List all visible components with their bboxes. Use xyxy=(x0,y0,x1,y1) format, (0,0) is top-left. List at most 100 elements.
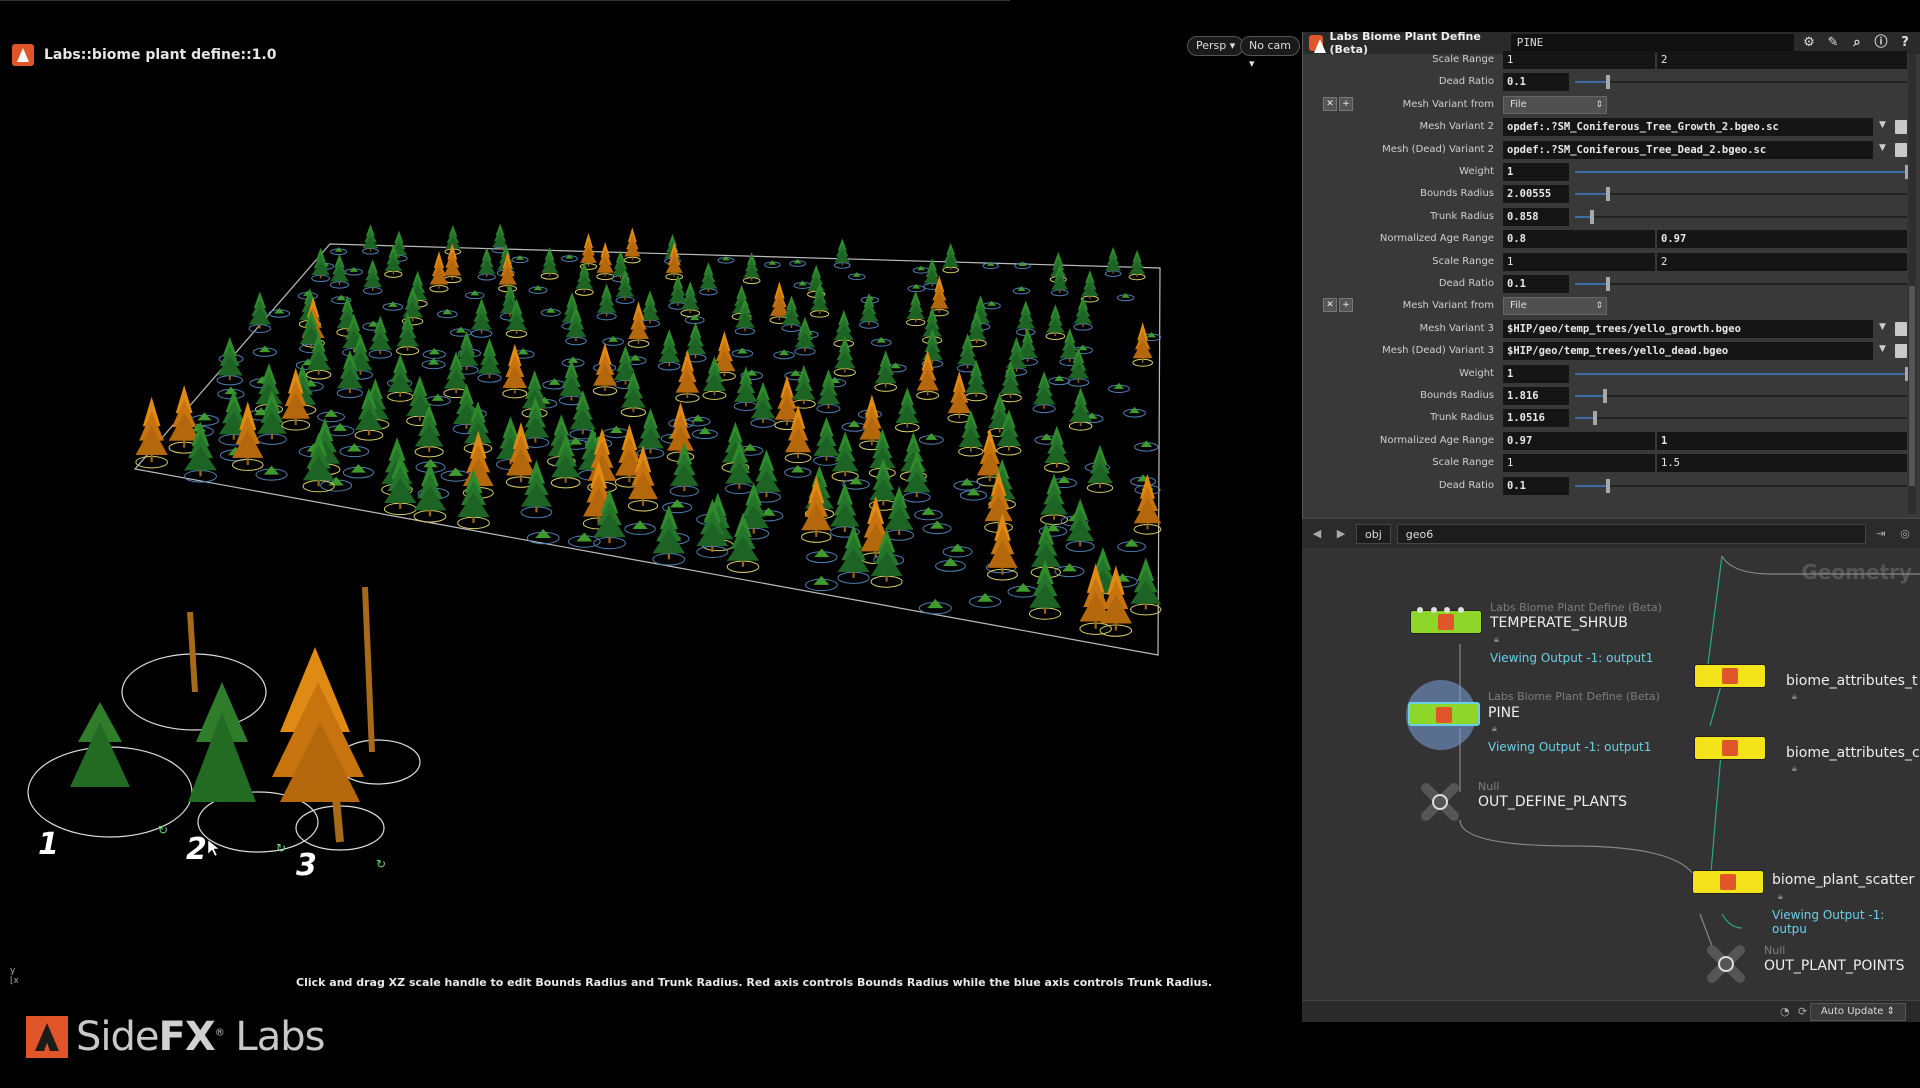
value-field-1[interactable]: 0.8 xyxy=(1503,230,1655,249)
file-chooser-icon[interactable] xyxy=(1895,344,1907,359)
shrub-instance xyxy=(197,412,212,421)
slider-knob[interactable] xyxy=(1606,478,1610,493)
breadcrumb-geo[interactable]: geo6 xyxy=(1396,523,1866,544)
value-field[interactable]: 1 xyxy=(1503,163,1569,181)
slider-knob[interactable] xyxy=(1593,411,1597,426)
auto-update-label: Auto Update xyxy=(1820,1006,1884,1017)
insert-icon[interactable]: + xyxy=(1339,298,1353,313)
param-label: Dead Ratio xyxy=(1438,479,1494,491)
value-field-2[interactable]: 1.5 xyxy=(1657,454,1907,473)
null-node-icon[interactable] xyxy=(1706,944,1746,984)
breadcrumb-obj[interactable]: obj xyxy=(1356,523,1391,544)
shrub-instance xyxy=(813,575,830,585)
shrub-instance xyxy=(629,354,641,361)
param-row: Scale Range 1 2 xyxy=(1303,50,1920,70)
value-slider[interactable] xyxy=(1575,366,1909,381)
back-arrow-icon[interactable]: ◀ xyxy=(1308,527,1326,540)
mesh-variant-from-select[interactable]: File xyxy=(1503,95,1607,114)
svg-text:↻: ↻ xyxy=(276,841,286,855)
null-node-icon[interactable] xyxy=(1420,782,1460,822)
scene-viewport[interactable]: Labs::biome plant define::1.0 Persp ▾ No… xyxy=(0,32,1300,1000)
shrub-instance xyxy=(428,348,440,355)
network-editor[interactable]: Geometry Labs Biome Plant Define (Beta) … xyxy=(1302,548,1920,1000)
shrub-instance xyxy=(347,443,362,452)
value-slider[interactable] xyxy=(1575,75,1907,90)
dropdown-arrow-icon[interactable]: ▼ xyxy=(1879,322,1886,332)
remove-icon[interactable]: ✕ xyxy=(1323,96,1337,111)
value-field[interactable]: 0.1 xyxy=(1503,73,1569,92)
file-chooser-icon[interactable] xyxy=(1895,142,1907,157)
param-label: Mesh Variant 3 xyxy=(1419,322,1494,334)
value-field[interactable]: 1.816 xyxy=(1503,387,1569,405)
value-field-2[interactable]: 2 xyxy=(1657,51,1907,69)
value-field-1[interactable]: 1 xyxy=(1503,252,1655,271)
value-slider[interactable] xyxy=(1575,411,1907,426)
slider-knob[interactable] xyxy=(1603,389,1607,403)
value-field[interactable]: 1 xyxy=(1503,364,1569,383)
value-field-1[interactable]: 1 xyxy=(1503,51,1655,69)
parameter-panel: Labs Biome Plant Define (Beta) PINE ⚙ ✎ … xyxy=(1302,30,1920,518)
link-icon[interactable]: ◎ xyxy=(1896,527,1914,540)
value-slider[interactable] xyxy=(1575,478,1907,493)
param-row: Scale Range 1 1.5 xyxy=(1303,453,1920,473)
forward-arrow-icon[interactable]: ▶ xyxy=(1332,527,1350,540)
auto-update-menu[interactable]: Auto Update ⇕ xyxy=(1809,1003,1906,1021)
value-field-2[interactable]: 1 xyxy=(1657,431,1907,450)
value-field[interactable]: 0.1 xyxy=(1503,275,1569,293)
slider-fill xyxy=(1575,417,1595,420)
top-divider xyxy=(0,0,1010,1)
brand-wordmark: SideFX® Labs xyxy=(76,1014,325,1060)
sidefx-labs-brand: SideFX® Labs xyxy=(26,1014,325,1060)
file-path-field[interactable]: $HIP/geo/temp_trees/yello_growth.bgeo xyxy=(1503,319,1873,338)
shrub-instance xyxy=(224,386,238,395)
file-path-field[interactable]: $HIP/geo/temp_trees/yello_dead.bgeo xyxy=(1503,342,1873,361)
param-label: Mesh (Dead) Variant 3 xyxy=(1382,345,1494,357)
node-biome-attributes-c[interactable] xyxy=(1694,736,1766,760)
slider-knob[interactable] xyxy=(1590,209,1594,224)
node-temperate-shrub[interactable] xyxy=(1410,607,1482,634)
viewing-output-shrub: Viewing Output -1: output1 xyxy=(1490,651,1654,665)
value-slider[interactable] xyxy=(1575,165,1909,179)
value-field[interactable]: 2.00555 xyxy=(1503,185,1569,204)
pin-icon[interactable]: ⇥ xyxy=(1872,527,1890,540)
comment-icon[interactable]: ◔ xyxy=(1780,1005,1794,1018)
remove-icon[interactable]: ✕ xyxy=(1323,298,1337,313)
file-path-field[interactable]: opdef:.?SM_Coniferous_Tree_Growth_2.bgeo… xyxy=(1503,118,1873,137)
dropdown-arrow-icon[interactable]: ▼ xyxy=(1879,120,1886,130)
slider-knob[interactable] xyxy=(1606,277,1610,291)
value-field-1[interactable]: 0.97 xyxy=(1503,431,1655,450)
slider-knob[interactable] xyxy=(1606,187,1610,202)
node-pine[interactable] xyxy=(1408,702,1480,726)
file-chooser-icon[interactable] xyxy=(1895,120,1907,135)
file-chooser-icon[interactable] xyxy=(1895,321,1907,336)
shrub-instance xyxy=(890,362,901,369)
value-slider[interactable] xyxy=(1575,187,1907,202)
value-field-2[interactable]: 0.97 xyxy=(1657,230,1907,249)
value-field[interactable]: 0.858 xyxy=(1503,207,1569,226)
shrub-instance xyxy=(927,599,944,609)
node-biome-attributes-t[interactable] xyxy=(1694,664,1766,688)
param-row: Weight 1 xyxy=(1303,364,1920,384)
slider-knob[interactable] xyxy=(1606,75,1610,90)
value-slider[interactable] xyxy=(1575,209,1907,224)
dropdown-arrow-icon[interactable]: ▼ xyxy=(1879,344,1886,354)
mesh-variant-from-select[interactable]: File xyxy=(1503,297,1607,316)
value-field[interactable]: 1.0516 xyxy=(1503,409,1569,428)
shrub-instance xyxy=(517,348,529,355)
value-slider[interactable] xyxy=(1575,277,1907,291)
node-biome-plant-scatter[interactable] xyxy=(1692,870,1764,894)
file-path-field[interactable]: opdef:.?SM_Coniferous_Tree_Dead_2.bgeo.s… xyxy=(1503,140,1873,159)
value-field[interactable]: 0.1 xyxy=(1503,476,1569,495)
label-2: 2 xyxy=(186,832,207,867)
value-field-1[interactable]: 1 xyxy=(1503,454,1655,473)
shrub-instance xyxy=(608,335,619,342)
slider-fill xyxy=(1575,395,1605,397)
parameter-scrollbar[interactable] xyxy=(1908,54,1916,514)
value-field-2[interactable]: 2 xyxy=(1657,252,1907,271)
dropdown-arrow-icon[interactable]: ▼ xyxy=(1879,143,1886,153)
insert-icon[interactable]: + xyxy=(1339,96,1353,111)
value-slider[interactable] xyxy=(1575,389,1907,403)
param-label: Bounds Radius xyxy=(1420,188,1494,200)
scroll-thumb[interactable] xyxy=(1909,286,1915,486)
brand-fx: FX xyxy=(158,1014,216,1060)
